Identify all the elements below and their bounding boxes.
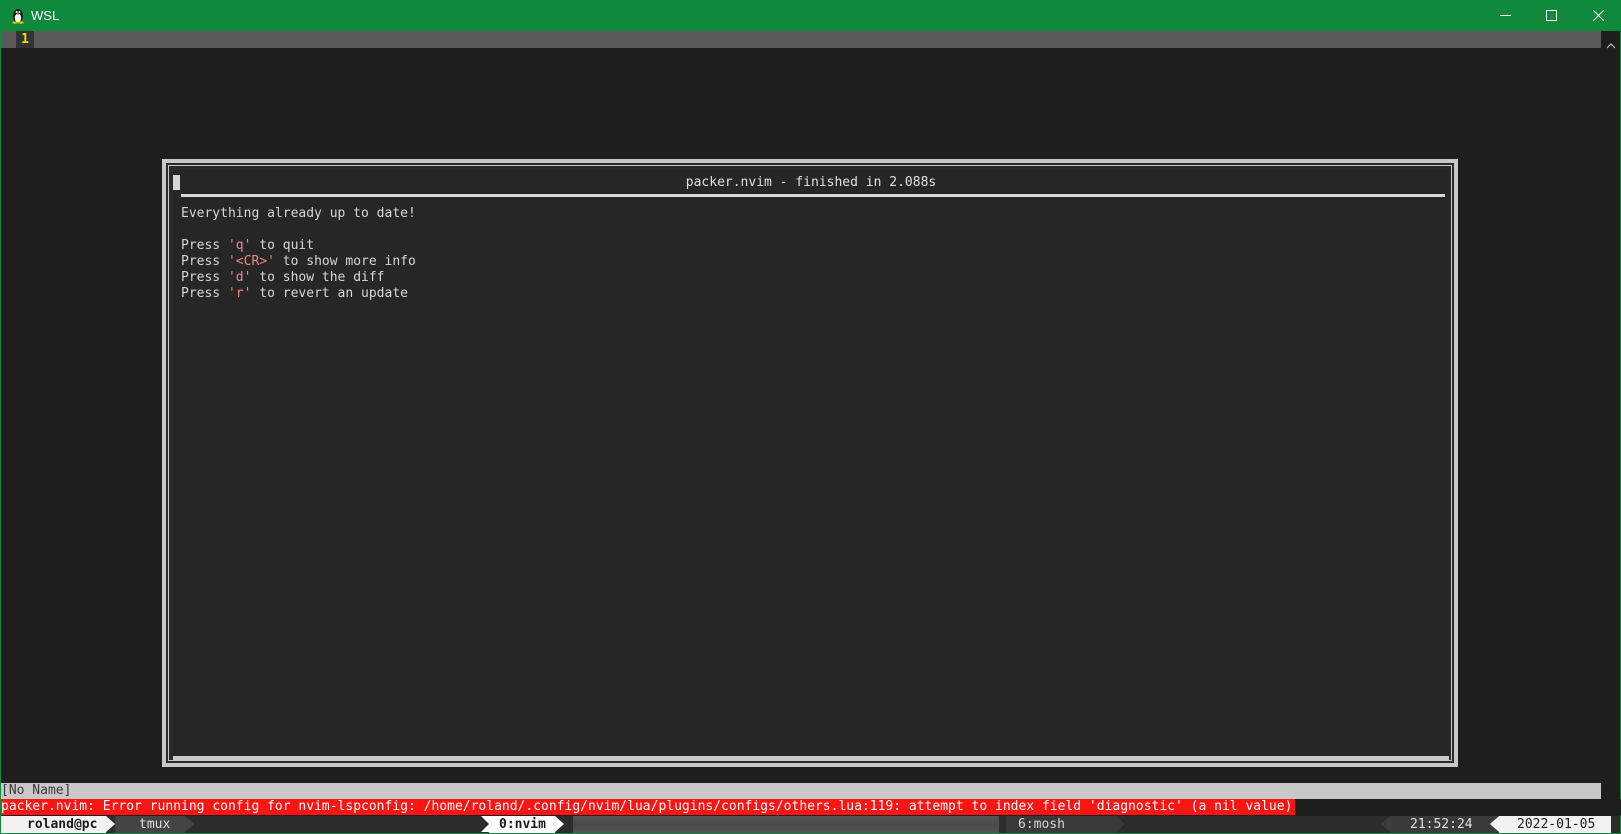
calendar-icon xyxy=(1503,820,1512,829)
hint-prefix: Press xyxy=(181,270,228,285)
hint-suffix: to revert an update xyxy=(251,286,408,301)
tmux-separator xyxy=(185,816,194,832)
tmux-user: roland@pc xyxy=(27,817,98,832)
hint-suffix: to quit xyxy=(251,238,315,253)
tmux-separator xyxy=(106,816,115,832)
tmux-user-segment: roland@pc xyxy=(1,816,106,833)
hint-prefix: Press xyxy=(181,286,228,301)
packer-float-bottom-border xyxy=(173,756,1449,760)
minimize-button[interactable] xyxy=(1482,0,1528,31)
tmux-separator xyxy=(1490,816,1499,832)
close-button[interactable] xyxy=(1575,0,1621,31)
tmux-session-name: tmux xyxy=(139,817,171,832)
terminal-area[interactable]: 1 packer.nvim - finished in 2.088s Every… xyxy=(1,31,1621,833)
packer-float-body[interactable]: packer.nvim - finished in 2.088s Everyth… xyxy=(173,170,1449,760)
terminal-scrollbar[interactable] xyxy=(1601,31,1620,803)
hint-suffix: to show more info xyxy=(274,254,416,269)
hint-revert: Press 'r' to revert an update xyxy=(181,286,408,302)
hint-prefix: Press xyxy=(181,254,228,269)
tmux-window-active-label: 0:nvim xyxy=(499,817,546,832)
tmux-window-mosh-label: 6:mosh xyxy=(1018,817,1065,832)
maximize-icon xyxy=(1545,10,1557,21)
window-title: WSL xyxy=(31,8,60,23)
tmux-separator xyxy=(555,816,564,832)
clock-icon xyxy=(1395,820,1404,829)
tab-1[interactable]: 1 xyxy=(16,31,34,48)
hint-key-d: 'd' xyxy=(227,270,252,285)
hint-diff: Press 'd' to show the diff xyxy=(181,270,385,286)
hint-more-info: Press '<CR>' to show more info xyxy=(181,254,416,270)
tmux-session-segment[interactable]: tmux xyxy=(115,816,185,833)
tmux-window-mosh[interactable]: 6:mosh xyxy=(1006,816,1116,833)
tmux-separator xyxy=(481,816,489,832)
tmux-separator xyxy=(1116,816,1125,832)
packer-float-frame: packer.nvim - finished in 2.088s Everyth… xyxy=(166,163,1454,763)
scroll-up-arrow-icon[interactable] xyxy=(1606,35,1616,49)
tmux-date: 2022-01-05 xyxy=(1517,817,1596,832)
tmux-window-list-filler xyxy=(573,816,999,833)
hint-suffix: to show the diff xyxy=(251,270,385,285)
tmux-clock-segment: 21:52:24 xyxy=(1390,816,1497,833)
packer-title: packer.nvim - finished in 2.088s xyxy=(685,175,937,190)
packer-float-window[interactable]: packer.nvim - finished in 2.088s Everyth… xyxy=(162,159,1458,767)
tmux-time: 21:52:24 xyxy=(1410,817,1473,832)
hint-key-r: 'r' xyxy=(227,286,252,301)
tmux-status-bar: roland@pc tmux 0:nvim 6:mosh 21:52:24 20… xyxy=(1,816,1620,833)
tabline-left-gap xyxy=(1,31,16,48)
window-titlebar[interactable]: WSL xyxy=(0,0,1621,31)
tmux-window-active[interactable]: 0:nvim xyxy=(489,816,555,833)
session-icon xyxy=(122,821,130,829)
packer-title-rule xyxy=(181,194,1445,197)
hint-prefix: Press xyxy=(181,238,228,253)
tmux-date-segment: 2022-01-05 xyxy=(1499,816,1611,833)
tmux-separator xyxy=(1381,816,1390,832)
packer-float-border: packer.nvim - finished in 2.088s Everyth… xyxy=(168,165,1452,761)
hint-key-q: 'q' xyxy=(227,238,252,253)
error-message: packer.nvim: Error running config for nv… xyxy=(1,799,1296,815)
nvim-statusline: [No Name] xyxy=(1,783,1601,799)
scroll-down-arrow-icon[interactable] xyxy=(1606,791,1616,805)
close-icon xyxy=(1592,10,1604,21)
nvim-message-area: packer.nvim: Error running config for nv… xyxy=(1,799,1621,815)
user-icon xyxy=(10,819,21,830)
hint-quit: Press 'q' to quit xyxy=(181,238,314,254)
minimize-icon xyxy=(1499,10,1511,21)
linux-penguin-icon xyxy=(10,7,26,24)
packer-status-message: Everything already up to date! xyxy=(181,206,416,221)
maximize-button[interactable] xyxy=(1528,0,1574,31)
nvim-tabline: 1 xyxy=(1,31,1601,48)
hint-key-cr: '<CR>' xyxy=(227,254,275,269)
